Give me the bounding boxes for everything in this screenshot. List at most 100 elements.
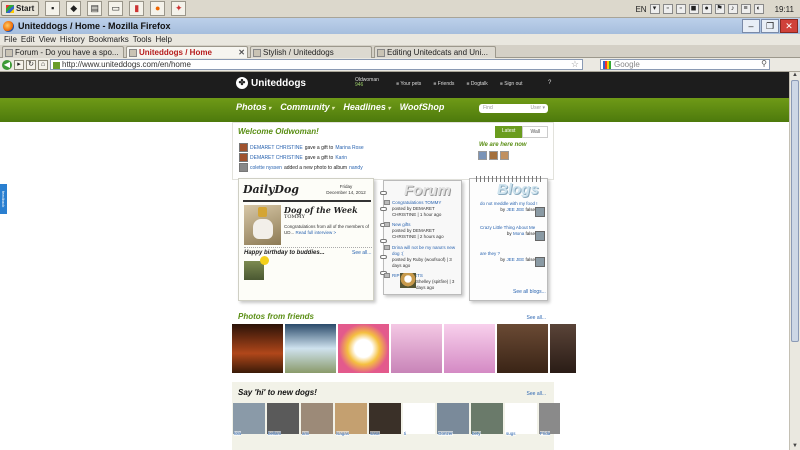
tray-chevron-icon[interactable]: ▾ xyxy=(649,4,660,14)
new-dog-card[interactable]: lsagas xyxy=(335,403,367,439)
reload-button[interactable]: ↻ xyxy=(26,60,36,70)
tray-app-icon[interactable]: ● xyxy=(701,4,712,14)
folder-icon[interactable]: ▤ xyxy=(87,1,103,16)
dog-of-week-name[interactable]: TOMMY xyxy=(284,214,305,220)
friend-photo[interactable] xyxy=(444,324,495,373)
tab-latest[interactable]: Latest xyxy=(494,126,523,138)
menu-edit[interactable]: Edit xyxy=(21,35,35,44)
your-pets-link[interactable]: Your pets xyxy=(396,81,421,87)
tray-app-icon[interactable]: ▫ xyxy=(662,4,673,14)
avatar[interactable] xyxy=(239,163,248,172)
user-info[interactable]: Oldwoman 946 xyxy=(355,78,379,88)
forward-button[interactable]: ▸ xyxy=(14,60,24,70)
back-button[interactable]: ◀ xyxy=(2,60,12,70)
find-input[interactable]: Find User ▾ xyxy=(479,104,548,113)
menu-file[interactable]: File xyxy=(4,35,17,44)
star-icon[interactable]: ✦ xyxy=(171,1,187,16)
blog-author-avatar[interactable] xyxy=(535,207,545,217)
home-button[interactable]: ⌂ xyxy=(38,60,48,70)
friend-photo[interactable] xyxy=(550,324,576,373)
find-filter-select[interactable]: User ▾ xyxy=(531,104,545,113)
avatar[interactable] xyxy=(500,151,509,160)
avatar[interactable] xyxy=(239,143,248,152)
forum-post: Drina will not be my nana's new dog :(po… xyxy=(384,245,460,269)
new-dog-card[interactable]: ti xyxy=(403,403,435,439)
scrollbar-thumb[interactable] xyxy=(791,80,799,342)
friends-link[interactable]: Friends xyxy=(433,81,455,87)
friend-photo[interactable] xyxy=(391,324,442,373)
window-controls: – ❐ ✕ xyxy=(742,19,798,33)
new-dog-card[interactable]: sasa xyxy=(369,403,401,439)
forum-title[interactable]: Forum xyxy=(404,182,451,199)
network-icon[interactable]: ≡ xyxy=(740,4,751,14)
friend-photo[interactable] xyxy=(338,324,389,373)
menu-view[interactable]: View xyxy=(39,35,56,44)
trash-icon[interactable]: ▮ xyxy=(129,1,145,16)
scroll-up-arrow-icon[interactable]: ▲ xyxy=(791,72,799,79)
sign-out-link[interactable]: Sign out xyxy=(500,81,522,87)
app-icon[interactable]: ◆ xyxy=(66,1,82,16)
nav-photos[interactable]: Photos xyxy=(236,102,271,112)
friend-photo[interactable] xyxy=(497,324,548,373)
minimize-button[interactable]: – xyxy=(742,19,760,33)
feedback-tab[interactable]: feedback xyxy=(0,184,7,214)
site-logo[interactable]: ✤ Uniteddogs xyxy=(236,77,306,89)
menu-tools[interactable]: Tools xyxy=(133,35,152,44)
friend-photo[interactable] xyxy=(285,324,336,373)
document-icon[interactable]: ▭ xyxy=(108,1,124,16)
start-button[interactable]: Start xyxy=(1,1,40,16)
menu-help[interactable]: Help xyxy=(155,35,171,44)
photos-see-all-link[interactable]: See all... xyxy=(527,315,546,321)
dog-of-week-photo[interactable] xyxy=(244,205,281,245)
tray-app-icon[interactable]: ◼ xyxy=(688,4,699,14)
firefox-icon xyxy=(3,20,14,32)
blogs-title[interactable]: Blogs xyxy=(497,181,539,198)
nav-headlines[interactable]: Headlines xyxy=(343,102,390,112)
nav-woofshop[interactable]: WoofShop xyxy=(400,102,445,112)
birthday-pet-photo[interactable] xyxy=(244,256,269,280)
tab-editing[interactable]: Editing Unitedcats and Uni... xyxy=(374,46,496,58)
new-dog-card[interactable]: bety xyxy=(471,403,503,439)
see-all-blogs-link[interactable]: See all blogs... xyxy=(513,289,546,295)
bookmark-star-icon[interactable]: ☆ xyxy=(571,59,579,69)
avatar[interactable] xyxy=(489,151,498,160)
tab-stylish[interactable]: Stylish / Uniteddogs xyxy=(250,46,372,58)
dogtalk-link[interactable]: Dogtalk xyxy=(466,81,488,87)
new-dog-card[interactable]: ami xyxy=(301,403,333,439)
vertical-scrollbar[interactable]: ▲ ▼ xyxy=(789,72,800,450)
save-icon[interactable]: ▪ xyxy=(45,1,61,16)
tray-app-icon[interactable]: ◐ xyxy=(753,4,764,14)
tab-forum[interactable]: Forum - Do you have a spo... xyxy=(2,46,124,58)
search-bar[interactable]: Google ⚲ xyxy=(600,59,770,70)
scroll-down-arrow-icon[interactable]: ▼ xyxy=(791,443,799,450)
volume-icon[interactable]: ♪ xyxy=(727,4,738,14)
say-hi-see-all-link[interactable]: See all... xyxy=(527,391,546,397)
new-dog-card[interactable]: Frida xyxy=(539,403,560,439)
tab-close-icon[interactable]: ✕ xyxy=(238,47,245,58)
new-dog-card[interactable]: sugs xyxy=(505,403,537,439)
blog-author-avatar[interactable] xyxy=(535,231,545,241)
clock[interactable]: 19:11 xyxy=(775,5,794,14)
search-icon[interactable]: ⚲ xyxy=(761,59,767,69)
avatar[interactable] xyxy=(478,151,487,160)
menu-history[interactable]: History xyxy=(60,35,85,44)
close-button[interactable]: ✕ xyxy=(780,19,798,33)
new-dog-card[interactable]: bellani xyxy=(267,403,299,439)
tray-app-icon[interactable]: ▫ xyxy=(675,4,686,14)
firefox-icon[interactable]: ● xyxy=(150,1,166,16)
restore-button[interactable]: ❐ xyxy=(761,19,779,33)
language-indicator[interactable]: EN xyxy=(635,5,646,14)
read-interview-link[interactable]: Read full interview > xyxy=(296,230,337,235)
tray-security-icon[interactable]: ⚑ xyxy=(714,4,725,14)
new-dog-card[interactable]: lola xyxy=(233,403,265,439)
blog-author-avatar[interactable] xyxy=(535,257,545,267)
menu-bookmarks[interactable]: Bookmarks xyxy=(89,35,129,44)
new-dog-card[interactable]: Gonzer xyxy=(437,403,469,439)
url-bar[interactable]: http://www.uniteddogs.com/en/home ☆ xyxy=(50,59,583,70)
birthday-see-all-link[interactable]: See all... xyxy=(352,250,371,256)
help-icon[interactable]: ? xyxy=(548,80,551,86)
tab-wall[interactable]: Wall xyxy=(522,126,548,138)
friend-photo[interactable] xyxy=(232,324,283,373)
nav-community[interactable]: Community xyxy=(280,102,334,112)
avatar[interactable] xyxy=(239,153,248,162)
